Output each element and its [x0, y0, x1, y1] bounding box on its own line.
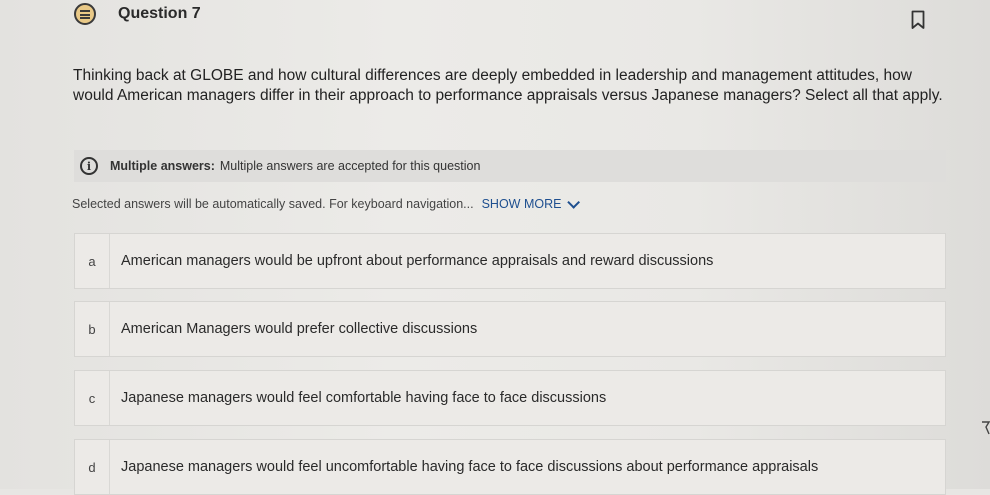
question-text: Thinking back at GLOBE and how cultural … [73, 67, 943, 104]
quiz-page: Question 7 Thinking back at GLOBE and ho… [0, 0, 990, 495]
autosave-note: Selected answers will be automatically s… [72, 195, 581, 211]
option-text: Japanese managers would feel comfortable… [121, 390, 607, 406]
option-letter: c [75, 371, 110, 425]
option-text: American managers would be upfront about… [121, 253, 714, 269]
question-title: Question 7 [118, 5, 201, 22]
answer-option-d[interactable]: d Japanese managers would feel uncomfort… [74, 439, 946, 495]
autosave-text: Selected answers will be automatically s… [72, 197, 474, 211]
info-icon: i [80, 157, 98, 175]
option-text: Japanese managers would feel uncomfortab… [121, 459, 819, 475]
option-letter: a [75, 234, 110, 288]
show-more-button[interactable]: SHOW MORE [481, 195, 581, 211]
info-text: Multiple answers are accepted for this q… [219, 159, 481, 173]
option-letter: d [75, 440, 110, 494]
bookmark-icon[interactable] [911, 10, 925, 30]
show-more-label: SHOW MORE [481, 197, 562, 211]
info-label: Multiple answers: [110, 159, 215, 173]
answer-option-a[interactable]: a American managers would be upfront abo… [74, 233, 946, 289]
question-list-icon [74, 3, 96, 25]
question-header: Question 7 [74, 2, 201, 26]
multiple-answers-banner: i Multiple answers: Multiple answers are… [74, 150, 946, 182]
answer-option-c[interactable]: c Japanese managers would feel comfortab… [74, 370, 946, 426]
answer-option-b[interactable]: b American Managers would prefer collect… [74, 301, 946, 357]
option-letter: b [75, 302, 110, 356]
chevron-down-icon [567, 195, 581, 209]
option-text: American Managers would prefer collectiv… [121, 321, 478, 337]
cursor-arrow-icon [982, 421, 990, 435]
